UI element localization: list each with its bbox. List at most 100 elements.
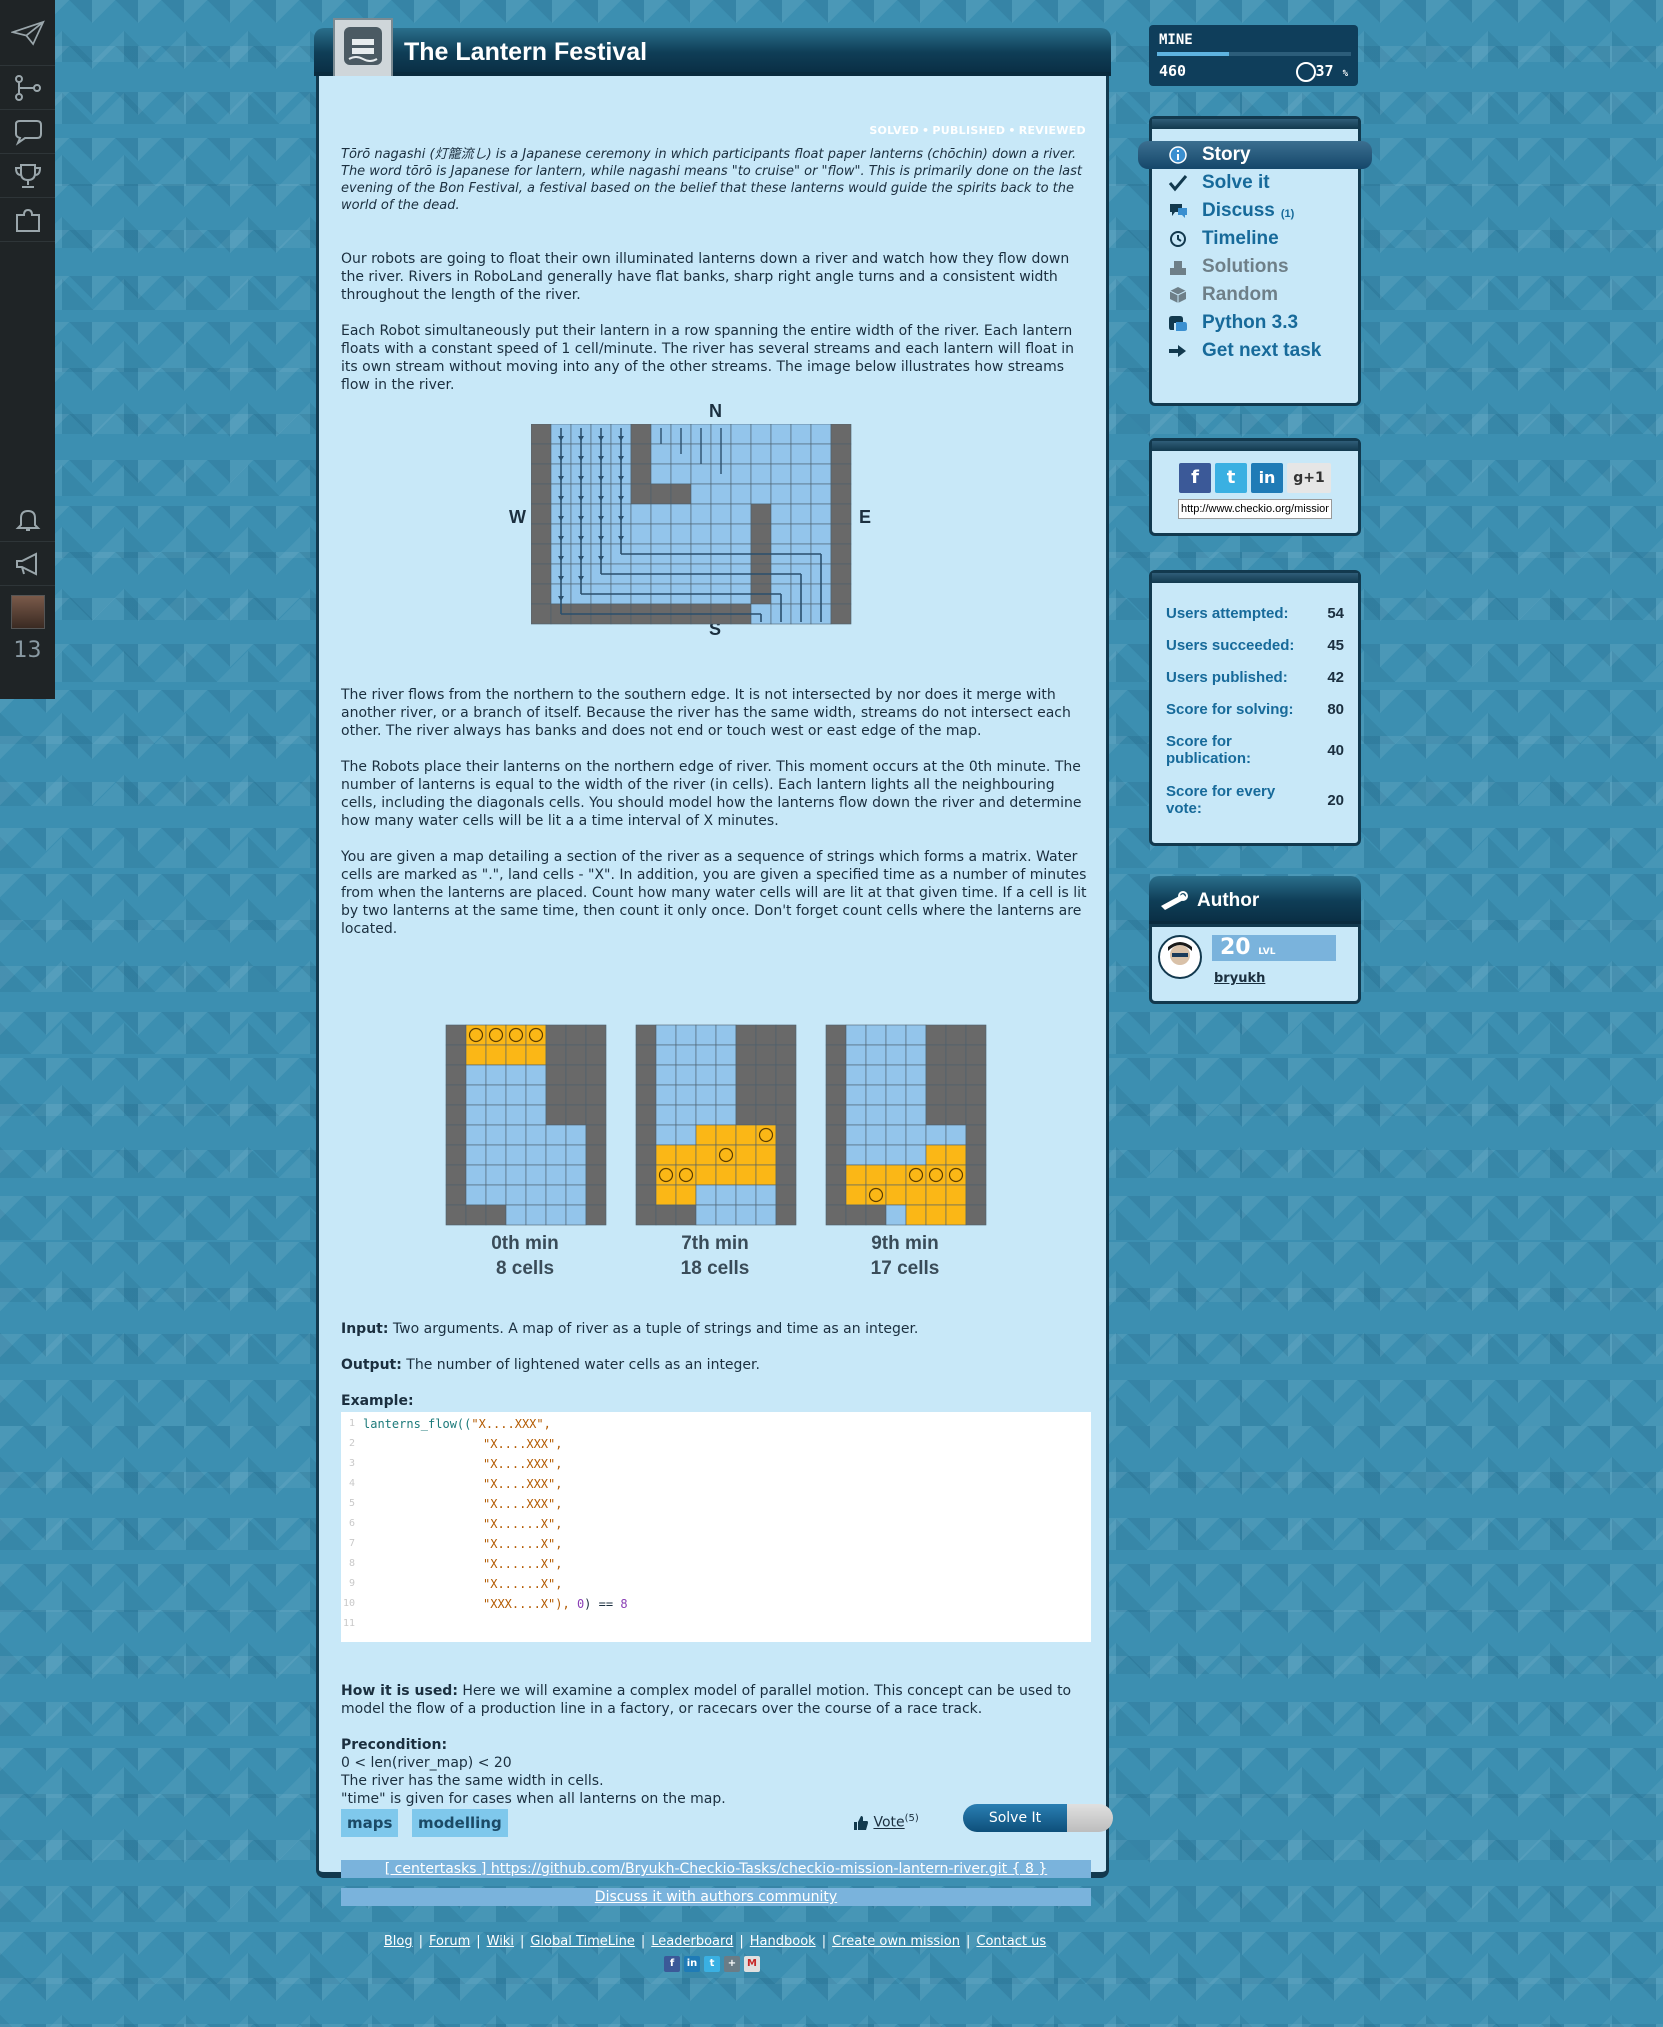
facebook-icon[interactable]: f xyxy=(1179,463,1211,493)
stat-value: 20 xyxy=(1327,791,1344,809)
footer-link-leaderboard[interactable]: Leaderboard xyxy=(651,1934,733,1949)
mail-icon[interactable]: M xyxy=(744,1956,760,1972)
river-cell xyxy=(750,463,772,485)
grid-cell xyxy=(775,1184,797,1206)
footer-link-wiki[interactable]: Wiki xyxy=(487,1934,514,1949)
tag-maps[interactable]: maps xyxy=(341,1809,399,1837)
facebook-icon[interactable]: f xyxy=(664,1956,680,1972)
trophy-icon[interactable] xyxy=(0,154,55,198)
code-example[interactable]: 1 lanterns_flow(("X....XXX", 2 "X....XXX", 3… xyxy=(341,1412,1091,1642)
user-avatar[interactable] xyxy=(0,586,55,638)
code-line: 10 "XXX....X"), 0) == 8 xyxy=(341,1594,1091,1614)
share-icon[interactable]: + xyxy=(724,1956,740,1972)
megaphone-icon[interactable] xyxy=(0,542,55,586)
river-cell xyxy=(790,443,812,465)
grid-cell xyxy=(565,1124,587,1146)
grid-cell xyxy=(715,1204,737,1226)
river-cell xyxy=(750,483,772,505)
footer-link-contact-us[interactable]: Contact us xyxy=(976,1934,1046,1949)
solve-it-label[interactable]: Solve It xyxy=(963,1804,1067,1832)
grid-cell xyxy=(755,1144,777,1166)
tree-icon[interactable] xyxy=(0,66,55,110)
menu-item-random[interactable]: Random xyxy=(1152,281,1358,309)
menu-item-story[interactable]: Story xyxy=(1138,141,1372,169)
river-cell xyxy=(830,483,852,505)
grid-cell xyxy=(825,1164,847,1186)
tag-modelling[interactable]: modelling xyxy=(412,1809,508,1837)
menu-item-python-3-3[interactable]: Python 3.3 xyxy=(1152,309,1358,337)
footer-link-global-timeline[interactable]: Global TimeLine xyxy=(530,1934,635,1949)
grid-cell xyxy=(675,1084,697,1106)
grid-cell xyxy=(545,1084,567,1106)
grid-cell xyxy=(775,1144,797,1166)
vote-link[interactable]: Vote xyxy=(873,1815,904,1831)
grid-cell xyxy=(675,1064,697,1086)
avatar[interactable] xyxy=(10,595,45,629)
paragraph-3: The river flows from the northern to the… xyxy=(341,687,1071,739)
menu-list: Story Solve it Discuss (1) Timeline Solutions… xyxy=(1138,141,1372,365)
grid-cell xyxy=(865,1164,887,1186)
footer-link-create-own-mission[interactable]: Create own mission xyxy=(832,1934,960,1949)
footer-link-forum[interactable]: Forum xyxy=(429,1934,470,1949)
stat-label: Users succeeded: xyxy=(1166,636,1295,654)
author-name-link[interactable]: bryukh xyxy=(1214,971,1265,986)
grid-cell xyxy=(585,1084,607,1106)
linkedin-icon[interactable]: in xyxy=(1251,463,1283,493)
menu-item-get-next-task[interactable]: Get next task xyxy=(1152,337,1358,365)
code-string: "X....XXX", xyxy=(483,1437,563,1451)
input-description: Input: Two arguments. A map of river as … xyxy=(341,1320,1091,1338)
footer-link-handbook[interactable]: Handbook xyxy=(750,1934,816,1949)
repository-link[interactable]: [ centertasks ] https://github.com/Bryuk… xyxy=(341,1860,1091,1878)
code-line: 6 "X......X", xyxy=(341,1514,1091,1534)
menu-item-label: Story xyxy=(1202,144,1251,165)
bell-icon[interactable] xyxy=(0,498,55,542)
grid-cell xyxy=(945,1184,967,1206)
line-number: 11 xyxy=(342,1618,355,1629)
grid-cell xyxy=(755,1204,777,1226)
thumbs-up-icon[interactable] xyxy=(853,1815,869,1831)
grid-cell xyxy=(465,1064,487,1086)
grid-cell xyxy=(655,1204,677,1226)
panel-cap xyxy=(1152,119,1358,129)
discuss-link[interactable]: Discuss it with authors community xyxy=(341,1888,1091,1906)
mine-panel[interactable]: MINE 460 37 % xyxy=(1149,25,1358,86)
author-avatar[interactable] xyxy=(1158,935,1202,979)
author-level-unit: LVL xyxy=(1258,947,1276,957)
twitter-icon[interactable]: t xyxy=(704,1956,720,1972)
menu-item-discuss[interactable]: Discuss (1) xyxy=(1152,197,1358,225)
grid-cell xyxy=(845,1184,867,1206)
footer: Blog | Forum | Wiki | Global TimeLine | Leaderbo… xyxy=(0,1934,1430,1949)
river-cell xyxy=(770,483,792,505)
page-title: The Lantern Festival xyxy=(404,38,648,66)
puzzle-icon[interactable] xyxy=(0,198,55,242)
stat-row: Score for publication: 40 xyxy=(1152,725,1358,775)
solve-it-button[interactable]: Solve It xyxy=(963,1804,1113,1832)
vote-control[interactable]: Vote(5) xyxy=(853,1810,919,1832)
chat-icon[interactable] xyxy=(0,110,55,154)
stat-label: Users published: xyxy=(1166,668,1288,686)
twitter-icon[interactable]: t xyxy=(1215,463,1247,493)
grid-cell xyxy=(465,1164,487,1186)
share-url-field[interactable] xyxy=(1178,499,1332,519)
footer-link-blog[interactable]: Blog xyxy=(384,1934,413,1949)
river-cell xyxy=(650,483,672,505)
grid-cell xyxy=(655,1144,677,1166)
mine-title: MINE xyxy=(1159,32,1193,48)
grid-cell xyxy=(715,1084,737,1106)
google-plus-icon[interactable]: g+1 xyxy=(1287,463,1331,493)
grid-cell xyxy=(905,1064,927,1086)
grid-cell xyxy=(465,1204,487,1226)
grid-cell xyxy=(885,1104,907,1126)
grid-cell xyxy=(825,1104,847,1126)
linkedin-icon[interactable]: in xyxy=(684,1956,700,1972)
river-cell xyxy=(630,463,652,485)
grid-cell xyxy=(865,1104,887,1126)
menu-item-solutions[interactable]: Solutions xyxy=(1152,253,1358,281)
grid-cell xyxy=(755,1104,777,1126)
grid-cell xyxy=(465,1124,487,1146)
menu-item-solve-it[interactable]: Solve it xyxy=(1152,169,1358,197)
menu-item-timeline[interactable]: Timeline xyxy=(1152,225,1358,253)
checkio-logo-icon[interactable] xyxy=(0,0,55,66)
grid-cell xyxy=(465,1044,487,1066)
grid-cell xyxy=(925,1104,947,1126)
